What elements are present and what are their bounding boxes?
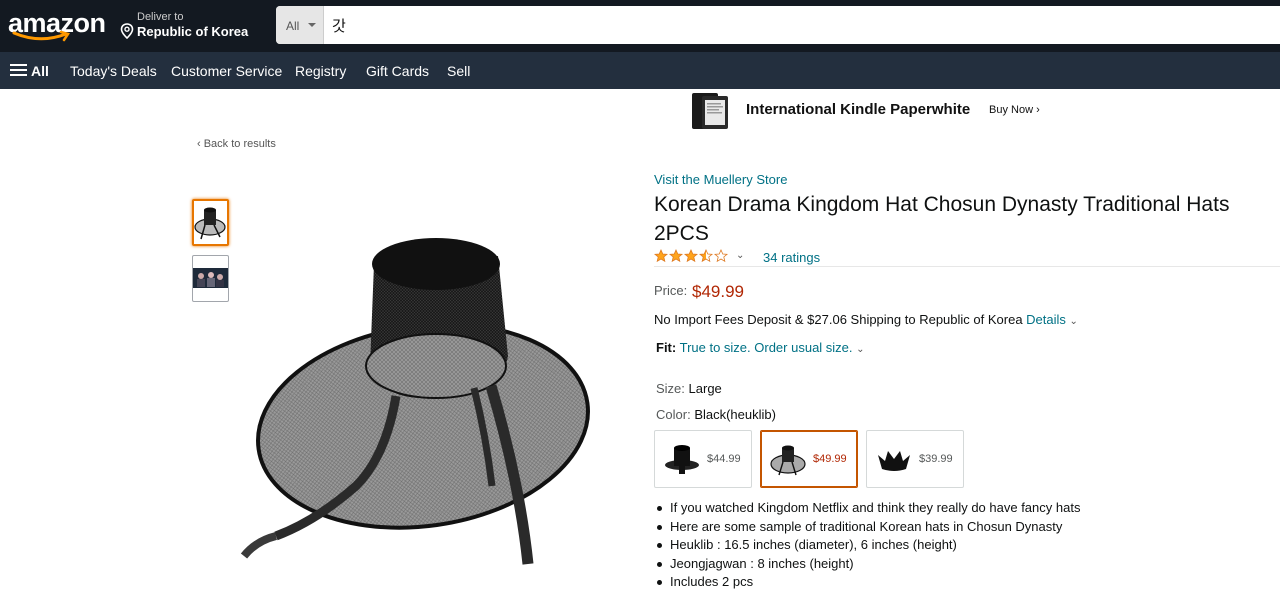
size-label: Size: [656, 381, 685, 396]
kindle-buy-now-link[interactable]: Buy Now › [989, 104, 1040, 116]
search-bar: All 갓 [276, 6, 1280, 44]
search-input[interactable]: 갓 [332, 15, 346, 36]
thumbnail-1[interactable] [192, 199, 229, 246]
caret-down-icon [308, 23, 316, 27]
top-nav-bar: amazon Deliver to Republic of Korea All … [0, 0, 1280, 52]
variant-swatch-3[interactable]: $39.99 [866, 430, 964, 488]
nav-sell[interactable]: Sell [447, 63, 470, 79]
shipping-text: No Import Fees Deposit & $27.06 Shipping… [654, 312, 1023, 327]
product-title: Korean Drama Kingdom Hat Chosun Dynasty … [654, 193, 1230, 245]
nav-customer-service[interactable]: Customer Service [171, 63, 282, 79]
feature-bullets: If you watched Kingdom Netflix and think… [654, 499, 1080, 592]
kindle-ad-title[interactable]: International Kindle Paperwhite [746, 101, 970, 118]
variant-swatch-1[interactable]: $44.99 [654, 430, 752, 488]
nav-todays-deals[interactable]: Today's Deals [70, 63, 157, 79]
color-line: Color: Black(heuklib) [656, 407, 776, 422]
drama-scene-thumbnail-icon [193, 268, 228, 288]
nav-all[interactable]: All [31, 63, 49, 79]
price-label: Price: [654, 283, 688, 298]
shipping-info: No Import Fees Deposit & $27.06 Shipping… [654, 312, 1078, 327]
feature-bullet: If you watched Kingdom Netflix and think… [654, 499, 1080, 518]
gat-hat-swatch-icon [770, 445, 806, 476]
fit-text[interactable]: True to size. Order usual size. [680, 340, 853, 355]
price-value: $49.99 [692, 282, 744, 301]
kindle-device-image[interactable] [690, 92, 730, 130]
fit-chevron-down-icon[interactable]: ⌄ [856, 344, 864, 355]
feature-bullet: Includes 2 pcs [654, 573, 1080, 592]
location-pin-icon [120, 23, 134, 39]
nav-gift-cards[interactable]: Gift Cards [366, 63, 429, 79]
feature-bullet: Heuklib : 16.5 inches (diameter), 6 inch… [654, 536, 1080, 555]
nav-registry[interactable]: Registry [295, 63, 346, 79]
store-link[interactable]: Visit the Muellery Store [654, 172, 787, 187]
fit-label: Fit: [656, 340, 677, 355]
variant-price: $49.99 [813, 453, 847, 465]
fit-info[interactable]: Fit: True to size. Order usual size. ⌄ [656, 340, 865, 355]
search-category-label: All [286, 19, 300, 33]
secondary-nav-bar: All Today's Deals Customer Service Regis… [0, 52, 1280, 89]
details-chevron-down-icon[interactable]: ⌄ [1070, 316, 1078, 327]
thumbnail-2[interactable] [192, 255, 229, 302]
shipping-details-link[interactable]: Details [1026, 312, 1066, 327]
back-to-results-link[interactable]: ‹ Back to results [197, 138, 276, 150]
search-category-dropdown[interactable]: All [276, 6, 324, 44]
color-label: Color: [656, 407, 691, 422]
deliver-to-location: Republic of Korea [137, 24, 249, 39]
product-main-image[interactable] [236, 236, 600, 566]
size-value: Large [688, 381, 722, 396]
hamburger-menu-icon[interactable] [10, 64, 27, 78]
hat-thumbnail-icon [194, 207, 226, 240]
feature-bullet: Jeongjagwan : 8 inches (height) [654, 555, 1080, 574]
crown-hat-swatch-icon [878, 451, 910, 471]
feature-bullet: Here are some sample of traditional Kore… [654, 518, 1080, 537]
deliver-to-label: Deliver to [137, 11, 184, 23]
ratings-count-link[interactable]: 34 ratings [763, 250, 820, 265]
tall-hat-swatch-icon [665, 445, 699, 474]
variant-price: $39.99 [919, 453, 953, 465]
color-value: Black(heuklib) [694, 407, 776, 422]
variant-swatch-2[interactable]: $49.99 [760, 430, 858, 488]
amazon-smile-icon [12, 30, 70, 42]
divider [654, 266, 1280, 267]
rating-chevron-down-icon[interactable]: ⌄ [736, 250, 744, 261]
variant-price: $44.99 [707, 453, 741, 465]
star-rating-icon[interactable] [654, 249, 730, 263]
size-line: Size: Large [656, 381, 722, 396]
